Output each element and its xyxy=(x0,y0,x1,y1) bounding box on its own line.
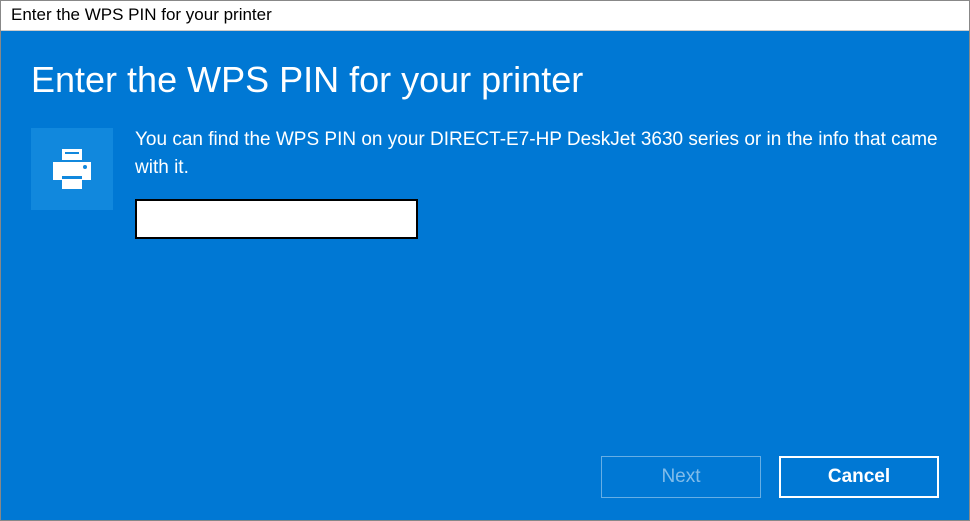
body-row: You can find the WPS PIN on your DIRECT-… xyxy=(31,126,939,239)
window-title: Enter the WPS PIN for your printer xyxy=(1,1,969,31)
button-row: Next Cancel xyxy=(601,456,939,498)
dialog-heading: Enter the WPS PIN for your printer xyxy=(31,59,939,101)
instruction-text: You can find the WPS PIN on your DIRECT-… xyxy=(135,126,939,181)
dialog-window: Enter the WPS PIN for your printer Enter… xyxy=(0,0,970,521)
cancel-button[interactable]: Cancel xyxy=(779,456,939,498)
next-button[interactable]: Next xyxy=(601,456,761,498)
wps-pin-input[interactable] xyxy=(135,199,418,239)
dialog-content: Enter the WPS PIN for your printer You c… xyxy=(1,31,969,520)
text-column: You can find the WPS PIN on your DIRECT-… xyxy=(135,126,939,239)
printer-icon xyxy=(31,128,113,210)
